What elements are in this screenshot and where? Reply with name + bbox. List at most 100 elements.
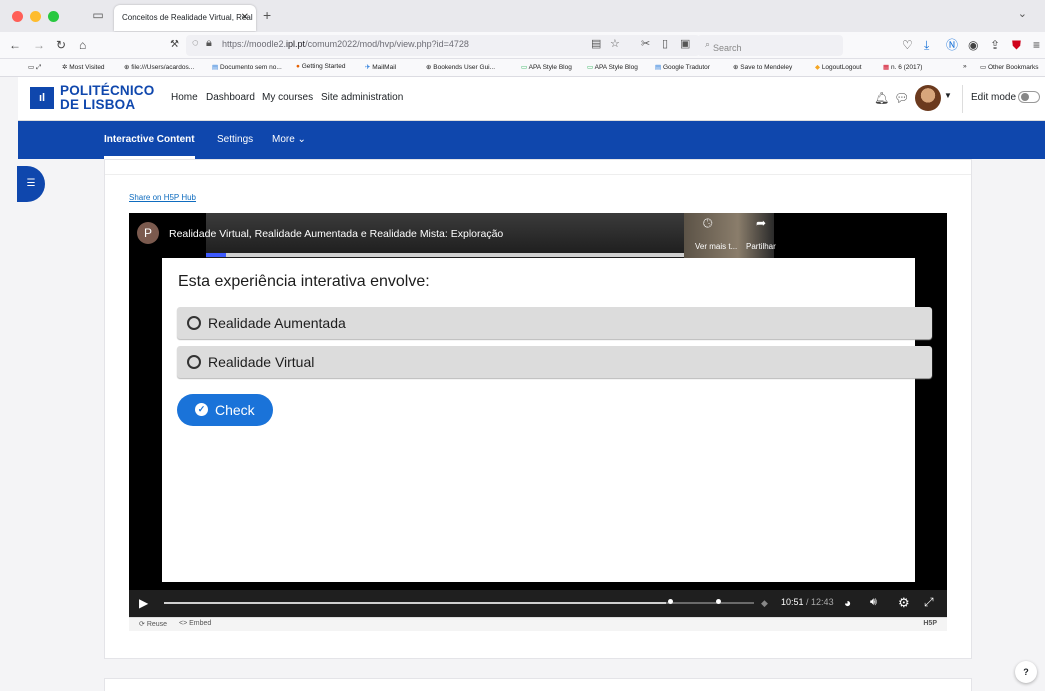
seek-bar[interactable] (164, 599, 754, 604)
volume-icon[interactable]: 🔊︎ (870, 596, 877, 609)
site-logo[interactable]: POLITÉCNICO DE LISBOA (60, 84, 154, 112)
user-menu-chevron-icon[interactable]: ▼ (944, 91, 952, 100)
tab-settings[interactable]: Settings (217, 134, 253, 145)
downloads-icon[interactable]: ⤓ (924, 37, 929, 53)
extension-n-icon[interactable]: Ⓝ (946, 37, 958, 53)
quiz-option[interactable]: Realidade Aumentada (177, 307, 932, 339)
secondary-nav: Interactive Content Settings More ⌄ (18, 121, 1045, 159)
share-icon[interactable]: ⇪ (990, 37, 1000, 53)
quiz-overlay: Esta experiência interativa envolve: Rea… (162, 258, 932, 582)
browser-titlebar: ▭ Conceitos de Realidade Virtual, Real ✕… (0, 0, 1045, 32)
header-divider (962, 85, 963, 113)
user-avatar[interactable] (915, 85, 941, 111)
home-icon[interactable]: ⌂ (79, 37, 86, 53)
reuse-button[interactable]: ⟳ Reuse (139, 620, 167, 628)
messages-icon[interactable]: 💬︎ (894, 91, 909, 105)
share-arrow-icon[interactable]: ➦ (756, 216, 766, 230)
bookmark-mailmail[interactable]: ✈ MailMail (365, 63, 396, 71)
nav-dashboard[interactable]: Dashboard (206, 92, 255, 103)
edit-mode-toggle[interactable] (1018, 91, 1040, 103)
tab-more[interactable]: More ⌄ (272, 134, 306, 145)
play-icon[interactable]: ▶ (139, 596, 148, 610)
video-controls: ▶ ◆ 10:51 / 12:43 ◕ 🔊︎ ⚙ ⤢ (129, 590, 947, 617)
pocket-save-icon[interactable]: ♡ (902, 37, 913, 53)
search-input[interactable]: ⌕ Search (697, 35, 843, 56)
bookmark-mendeley[interactable]: ⊕ Save to Mendeley (733, 63, 792, 71)
bookmark-apa-1[interactable]: ▭ APA Style Blog (521, 63, 572, 71)
video-frame-progress (206, 253, 686, 257)
h5p-interactive-video[interactable]: P Realidade Virtual, Realidade Aumentada… (129, 213, 947, 617)
tab-interactive-content[interactable]: Interactive Content (104, 134, 195, 159)
pocket-icon[interactable]: ▣ (680, 37, 690, 50)
ublock-icon[interactable]: ⛊ (1012, 37, 1021, 53)
back-icon[interactable]: ← (9, 37, 21, 53)
forward-icon[interactable]: → (33, 37, 45, 53)
check-circle-icon: ✓ (195, 403, 208, 416)
bookmark-n6[interactable]: ▦ n. 6 (2017) (883, 63, 922, 71)
reader-view-icon[interactable]: ▤ (591, 37, 601, 50)
radio-button[interactable] (187, 316, 201, 330)
video-time: 10:51 / 12:43 (781, 597, 834, 607)
menu-icon[interactable]: ≡ (1033, 37, 1040, 53)
url-text: https://moodle2.ipl.pt/comum2022/mod/hvp… (222, 39, 469, 49)
bookmark-bookends[interactable]: ⊕ Bookends User Gui... (426, 63, 495, 71)
tab-close-icon[interactable]: ✕ (241, 5, 249, 31)
radio-button[interactable] (187, 355, 201, 369)
tabs-overflow-chevron-icon[interactable]: ⌄ (1018, 7, 1027, 20)
minimize-window-button[interactable] (30, 11, 41, 22)
h5p-logo[interactable]: H5P (923, 620, 937, 627)
bookmark-star-icon[interactable]: ☆ (610, 37, 620, 50)
next-card (104, 678, 972, 691)
bookmark-logout[interactable]: ◆ LogoutLogout (815, 63, 862, 71)
maximize-window-button[interactable] (48, 11, 59, 22)
screenshot-icon[interactable]: ✂ (641, 37, 650, 50)
edit-mode-label: Edit mode (971, 92, 1017, 103)
account-icon[interactable]: ◉ (968, 37, 978, 53)
logo-icon[interactable]: ıl (30, 87, 54, 109)
extension-wrench-icon[interactable]: ⚒ (170, 37, 179, 53)
seek-handle-icon[interactable]: ◆ (761, 598, 768, 609)
interaction-marker[interactable] (668, 599, 673, 604)
url-bar[interactable]: ◌ 🔒︎ https://moodle2.ipl.pt/comum2022/mo… (186, 35, 700, 56)
bookmark-other[interactable]: ▭ Other Bookmarks (980, 63, 1039, 71)
option-label: Realidade Aumentada (208, 315, 346, 331)
new-tab-button[interactable]: + (263, 7, 271, 23)
nav-my-courses[interactable]: My courses (262, 92, 313, 103)
tab-list-icon[interactable]: ▭ (91, 8, 105, 22)
nav-site-administration[interactable]: Site administration (321, 92, 403, 103)
bookmark-most-visited[interactable]: ✲ Most Visited (62, 63, 105, 71)
settings-gear-icon[interactable]: ⚙ (898, 595, 910, 611)
help-button[interactable]: ? (1015, 661, 1037, 683)
option-label: Realidade Virtual (208, 354, 315, 370)
logo-line-2: DE LISBOA (60, 97, 136, 112)
bookmark-documento[interactable]: ▤ Documento sem no... (212, 63, 282, 71)
check-button[interactable]: ✓ Check (177, 394, 273, 426)
bookmarks-overflow-icon[interactable]: » (963, 63, 967, 70)
seek-progress (164, 602, 666, 604)
bookmark-apa-2[interactable]: ▭ APA Style Blog (587, 63, 638, 71)
channel-avatar[interactable]: P (137, 222, 159, 244)
close-window-button[interactable] (12, 11, 23, 22)
share-on-h5p-hub-link[interactable]: Share on H5P Hub (129, 193, 196, 202)
logo-line-1: POLITÉCNICO (60, 83, 155, 98)
notifications-bell-icon[interactable]: 🔔︎ (874, 91, 889, 105)
container-icon[interactable]: ▯ (662, 37, 668, 50)
share-label: Partilhar (746, 242, 776, 251)
browser-tab-active[interactable]: Conceitos de Realidade Virtual, Real ✕ (114, 5, 256, 31)
watch-later-label: Ver mais t... (695, 242, 738, 251)
embed-button[interactable]: <> Embed (179, 620, 211, 627)
browser-navbar: ← → ↻ ⌂ ⚒ ◌ 🔒︎ https://moodle2.ipl.pt/co… (0, 32, 1045, 59)
card-divider (105, 174, 971, 175)
nav-home[interactable]: Home (171, 92, 198, 103)
sidebar-toggle-icon[interactable]: ▭ ⤢ (28, 63, 41, 72)
bookmark-file[interactable]: ⊕ file:///Users/acardos... (124, 63, 194, 71)
reload-icon[interactable]: ↻ (56, 37, 66, 53)
interaction-marker[interactable] (716, 599, 721, 604)
bookmarks-icon[interactable]: ◕ (844, 596, 851, 610)
video-title[interactable]: Realidade Virtual, Realidade Aumentada e… (169, 228, 503, 240)
fullscreen-icon[interactable]: ⤢ (924, 595, 934, 610)
bookmark-google-tradutor[interactable]: ▤ Google Tradutor (655, 63, 710, 71)
quiz-option[interactable]: Realidade Virtual (177, 346, 932, 378)
bookmark-getting-started[interactable]: ● Getting Started (296, 63, 345, 70)
watch-later-clock-icon[interactable]: 🕓︎ (703, 216, 713, 231)
